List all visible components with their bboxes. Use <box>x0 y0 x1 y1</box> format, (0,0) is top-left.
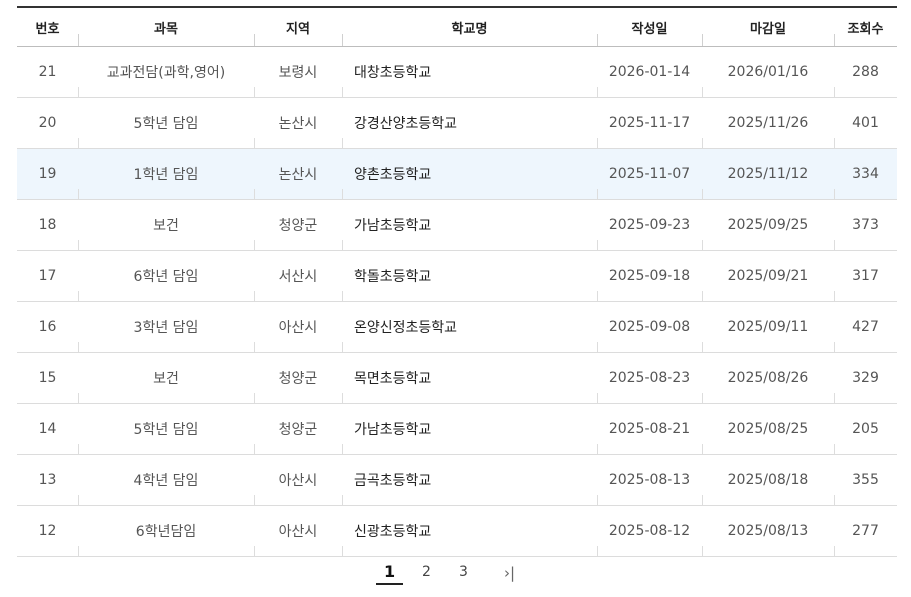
cell-written-date: 2025-08-23 <box>597 352 702 404</box>
cell-deadline: 2025/08/13 <box>702 505 834 557</box>
cell-school-name[interactable]: 신광초등학교 <box>342 505 597 557</box>
cell-number: 21 <box>17 46 78 98</box>
table-row[interactable]: 19 1학년 담임 논산시 양촌초등학교 2025-11-07 2025/11/12 334 <box>17 148 897 200</box>
cell-deadline: 2025/08/26 <box>702 352 834 404</box>
table-row[interactable]: 13 4학년 담임 아산시 금곡초등학교 2025-08-13 2025/08/18 355 <box>17 454 897 506</box>
cell-subject: 6학년담임 <box>78 505 254 557</box>
table-row[interactable]: 15 보건 청양군 목면초등학교 2025-08-23 2025/08/26 329 <box>17 352 897 404</box>
job-posting-board: 번호 과목 지역 학교명 작성일 마감일 조회수 21 교과전담(과학,영어) 보령… <box>17 6 897 557</box>
cell-region: 논산시 <box>254 148 342 200</box>
cell-written-date: 2025-11-17 <box>597 97 702 149</box>
table-row[interactable]: 17 6학년 담임 서산시 학돌초등학교 2025-09-18 2025/09/21 317 <box>17 250 897 302</box>
cell-school-name[interactable]: 양촌초등학교 <box>342 148 597 200</box>
pagination: 1 2 3 ›| <box>0 556 911 592</box>
cell-region: 아산시 <box>254 454 342 506</box>
cell-subject: 4학년 담임 <box>78 454 254 506</box>
cell-subject: 6학년 담임 <box>78 250 254 302</box>
cell-school-name[interactable]: 대창초등학교 <box>342 46 597 98</box>
cell-subject: 5학년 담임 <box>78 97 254 149</box>
cell-school-name[interactable]: 가남초등학교 <box>342 403 597 455</box>
cell-deadline: 2025/08/25 <box>702 403 834 455</box>
header-school: 학교명 <box>342 7 597 47</box>
table-row[interactable]: 18 보건 청양군 가남초등학교 2025-09-23 2025/09/25 373 <box>17 199 897 251</box>
cell-number: 15 <box>17 352 78 404</box>
cell-number: 17 <box>17 250 78 302</box>
table-row[interactable]: 12 6학년담임 아산시 신광초등학교 2025-08-12 2025/08/13 277 <box>17 505 897 557</box>
cell-region: 보령시 <box>254 46 342 98</box>
cell-number: 19 <box>17 148 78 200</box>
cell-subject: 3학년 담임 <box>78 301 254 353</box>
page-3-link[interactable]: 3 <box>459 564 468 580</box>
cell-number: 16 <box>17 301 78 353</box>
cell-written-date: 2026-01-14 <box>597 46 702 98</box>
page-1-link[interactable]: 1 <box>376 562 404 585</box>
header-views: 조회수 <box>834 7 897 47</box>
cell-school-name[interactable]: 가남초등학교 <box>342 199 597 251</box>
header-number: 번호 <box>17 7 78 47</box>
cell-number: 13 <box>17 454 78 506</box>
cell-region: 청양군 <box>254 403 342 455</box>
cell-views: 334 <box>834 148 897 200</box>
table-row[interactable]: 14 5학년 담임 청양군 가남초등학교 2025-08-21 2025/08/25 205 <box>17 403 897 455</box>
cell-views: 317 <box>834 250 897 302</box>
table-row[interactable]: 21 교과전담(과학,영어) 보령시 대창초등학교 2026-01-14 2026/01/… <box>17 46 897 98</box>
cell-subject: 5학년 담임 <box>78 403 254 455</box>
header-region: 지역 <box>254 7 342 47</box>
cell-written-date: 2025-09-23 <box>597 199 702 251</box>
cell-school-name[interactable]: 학돌초등학교 <box>342 250 597 302</box>
cell-deadline: 2025/09/25 <box>702 199 834 251</box>
cell-region: 청양군 <box>254 352 342 404</box>
cell-school-name[interactable]: 강경산양초등학교 <box>342 97 597 149</box>
posting-table: 번호 과목 지역 학교명 작성일 마감일 조회수 21 교과전담(과학,영어) 보령… <box>17 6 897 557</box>
cell-views: 329 <box>834 352 897 404</box>
cell-region: 청양군 <box>254 199 342 251</box>
cell-views: 373 <box>834 199 897 251</box>
header-deadline: 마감일 <box>702 7 834 47</box>
table-header-row: 번호 과목 지역 학교명 작성일 마감일 조회수 <box>17 7 897 47</box>
cell-subject: 보건 <box>78 199 254 251</box>
last-page-icon[interactable]: ›| <box>504 564 515 582</box>
cell-school-name[interactable]: 목면초등학교 <box>342 352 597 404</box>
cell-deadline: 2025/08/18 <box>702 454 834 506</box>
cell-views: 205 <box>834 403 897 455</box>
cell-views: 427 <box>834 301 897 353</box>
cell-written-date: 2025-08-13 <box>597 454 702 506</box>
cell-number: 12 <box>17 505 78 557</box>
header-written-date: 작성일 <box>597 7 702 47</box>
cell-written-date: 2025-08-21 <box>597 403 702 455</box>
cell-deadline: 2025/09/21 <box>702 250 834 302</box>
cell-subject: 보건 <box>78 352 254 404</box>
table-row[interactable]: 16 3학년 담임 아산시 온양신정초등학교 2025-09-08 2025/09/11 4… <box>17 301 897 353</box>
cell-region: 서산시 <box>254 250 342 302</box>
cell-region: 아산시 <box>254 301 342 353</box>
cell-number: 18 <box>17 199 78 251</box>
cell-written-date: 2025-09-18 <box>597 250 702 302</box>
cell-region: 논산시 <box>254 97 342 149</box>
page-2-link[interactable]: 2 <box>422 564 431 580</box>
cell-school-name[interactable]: 금곡초등학교 <box>342 454 597 506</box>
cell-region: 아산시 <box>254 505 342 557</box>
cell-written-date: 2025-09-08 <box>597 301 702 353</box>
cell-written-date: 2025-08-12 <box>597 505 702 557</box>
cell-deadline: 2026/01/16 <box>702 46 834 98</box>
cell-views: 288 <box>834 46 897 98</box>
cell-deadline: 2025/11/12 <box>702 148 834 200</box>
cell-school-name[interactable]: 온양신정초등학교 <box>342 301 597 353</box>
cell-deadline: 2025/11/26 <box>702 97 834 149</box>
cell-number: 20 <box>17 97 78 149</box>
cell-views: 355 <box>834 454 897 506</box>
cell-subject: 1학년 담임 <box>78 148 254 200</box>
cell-subject: 교과전담(과학,영어) <box>78 46 254 98</box>
cell-written-date: 2025-11-07 <box>597 148 702 200</box>
cell-views: 401 <box>834 97 897 149</box>
cell-views: 277 <box>834 505 897 557</box>
table-row[interactable]: 20 5학년 담임 논산시 강경산양초등학교 2025-11-17 2025/11/26 4… <box>17 97 897 149</box>
cell-deadline: 2025/09/11 <box>702 301 834 353</box>
header-subject: 과목 <box>78 7 254 47</box>
cell-number: 14 <box>17 403 78 455</box>
